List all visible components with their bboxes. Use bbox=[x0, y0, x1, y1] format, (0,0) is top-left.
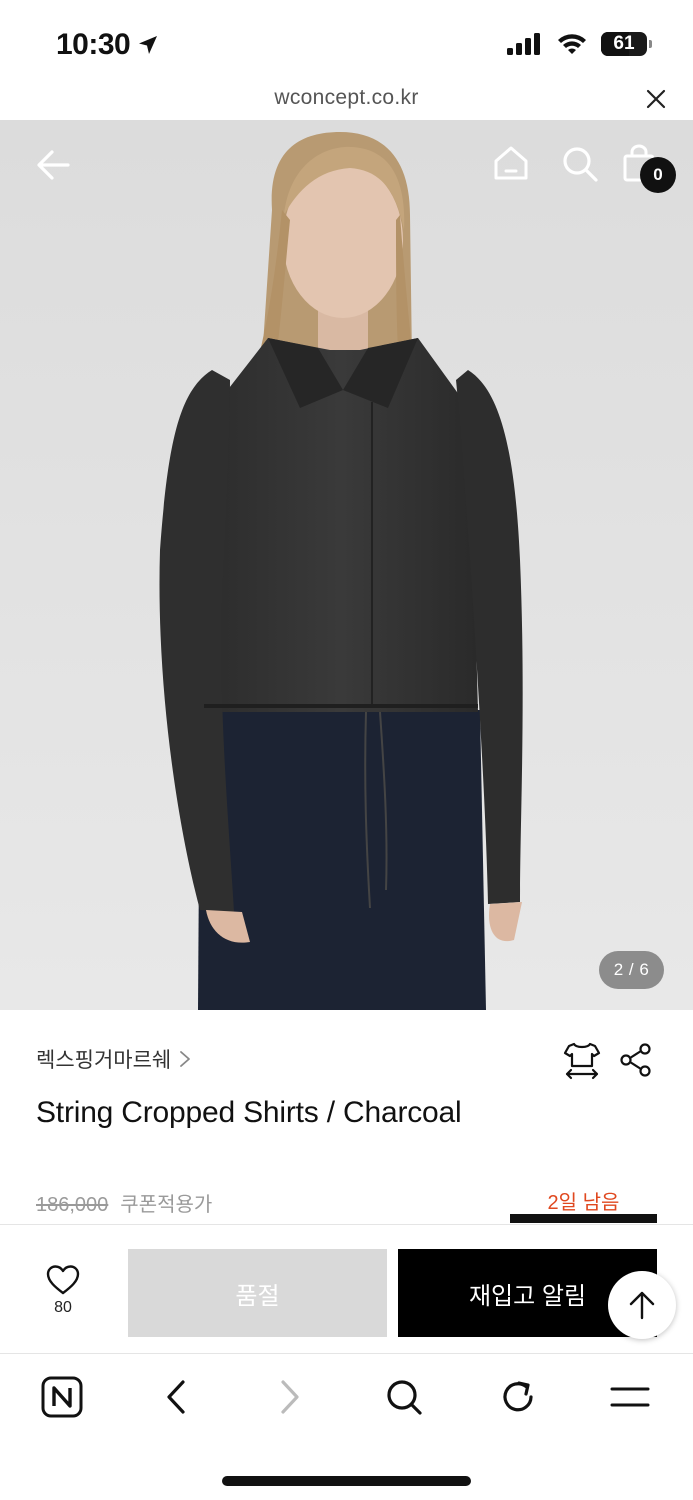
share-icon[interactable] bbox=[619, 1043, 653, 1077]
browser-reload-button[interactable] bbox=[496, 1375, 540, 1419]
brand-link[interactable]: 렉스핑거마르쉐 bbox=[36, 1044, 191, 1074]
url-domain[interactable]: wconcept.co.kr bbox=[0, 86, 693, 110]
heart-icon[interactable] bbox=[46, 1265, 80, 1295]
location-arrow-icon bbox=[139, 36, 158, 54]
purchase-action-bar: 80 품절 재입고 알림 bbox=[0, 1224, 693, 1354]
battery-icon: 61 bbox=[601, 32, 652, 56]
chevron-right-icon bbox=[180, 1051, 191, 1067]
product-info: 렉스핑거마르쉐 String Cropped Shirts / Charcoal… bbox=[0, 1010, 693, 1225]
product-title: String Cropped Shirts / Charcoal bbox=[36, 1096, 462, 1129]
status-indicators: 61 bbox=[507, 32, 652, 56]
naver-button[interactable] bbox=[40, 1375, 84, 1419]
cart-count-badge[interactable]: 0 bbox=[640, 157, 676, 193]
scroll-top-button[interactable] bbox=[608, 1271, 676, 1339]
status-bar: 10:30 61 bbox=[0, 0, 693, 88]
wifi-icon bbox=[558, 34, 586, 54]
browser-search-button[interactable] bbox=[382, 1375, 426, 1419]
close-icon[interactable] bbox=[645, 88, 667, 110]
brand-name[interactable]: 렉스핑거마르쉐 bbox=[36, 1044, 171, 1074]
days-left-underline bbox=[510, 1214, 657, 1223]
clock: 10:30 bbox=[56, 28, 131, 61]
back-arrow-icon[interactable] bbox=[34, 145, 74, 185]
url-bar[interactable]: wconcept.co.kr bbox=[0, 80, 693, 120]
home-icon[interactable] bbox=[492, 144, 530, 182]
like-count: 80 bbox=[54, 1299, 72, 1316]
signal-icon bbox=[507, 33, 540, 55]
image-page-indicator: 2 / 6 bbox=[599, 951, 664, 989]
battery-percent: 61 bbox=[613, 33, 635, 54]
product-image-gallery[interactable]: 0 2 / 6 bbox=[0, 120, 693, 1010]
like-button[interactable]: 80 bbox=[30, 1265, 96, 1329]
search-icon[interactable] bbox=[385, 1378, 423, 1416]
home-indicator bbox=[222, 1476, 471, 1486]
status-time: 10:30 bbox=[56, 28, 160, 62]
chevron-left-icon[interactable] bbox=[164, 1379, 188, 1415]
soldout-button[interactable]: 품절 bbox=[128, 1249, 387, 1337]
size-guide-icon[interactable] bbox=[563, 1040, 601, 1080]
battery-tip bbox=[649, 40, 652, 48]
menu-icon[interactable] bbox=[610, 1385, 650, 1409]
search-icon[interactable] bbox=[561, 145, 599, 183]
browser-menu-button[interactable] bbox=[608, 1375, 652, 1419]
days-left-badge: 2일 남음 bbox=[547, 1192, 620, 1214]
price-row: 186,000 쿠폰적용가 bbox=[36, 1188, 212, 1217]
chevron-right-icon[interactable] bbox=[278, 1379, 302, 1415]
browser-back-button[interactable] bbox=[154, 1375, 198, 1419]
arrow-up-icon[interactable] bbox=[628, 1290, 656, 1320]
browser-forward-button[interactable] bbox=[268, 1375, 312, 1419]
original-price: 186,000 bbox=[36, 1194, 109, 1216]
coupon-price-label: 쿠폰적용가 bbox=[120, 1194, 213, 1216]
reload-icon[interactable] bbox=[499, 1378, 537, 1416]
product-photo bbox=[0, 120, 693, 1010]
naver-icon[interactable] bbox=[41, 1376, 83, 1418]
product-header-nav: 0 bbox=[0, 120, 693, 210]
